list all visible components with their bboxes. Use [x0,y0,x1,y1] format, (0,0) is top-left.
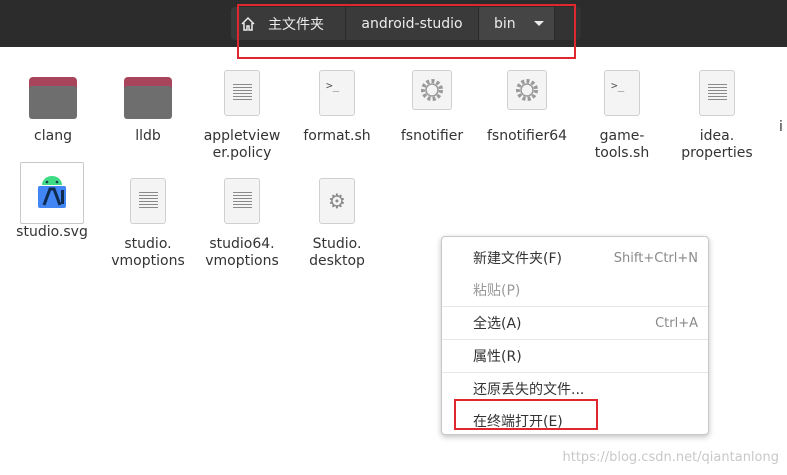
menu-item-shortcut: Shift+Ctrl+N [613,250,698,266]
file-studio-vmoptions[interactable]: studio. vmoptions [103,178,193,270]
text-file-icon [224,70,260,116]
watermark: https://blog.csdn.net/qiantanlong [562,450,780,465]
file-fsnotifier64[interactable]: fsnotifier64 [482,70,572,145]
file-studio64-vmoptions[interactable]: studio64. vmoptions [197,178,287,270]
file-label: appletview er.policy [203,128,281,161]
menu-item-label: 粘贴(P) [473,283,521,299]
file-clang[interactable]: clang [8,70,98,145]
file-label: studio. vmoptions [111,236,185,269]
file-fsnotifier[interactable]: fsnotifier [387,70,477,145]
executable-icon [507,70,547,110]
folder-icon [29,77,77,119]
file-studio-svg[interactable]: studio.svg [7,162,97,241]
file-label-cut: i [779,119,783,135]
file-format-sh[interactable]: >_ format.sh [292,70,382,145]
file-lldb[interactable]: lldb [103,70,193,145]
file-label: fsnotifier [400,128,464,144]
highlight-box-open-terminal [454,399,598,430]
file-label: game- tools.sh [594,128,650,161]
executable-icon [412,70,452,110]
desktop-file-icon: ⚙ [319,178,355,224]
file-label: fsnotifier64 [486,128,568,144]
menu-item-label: 还原丢失的文件... [473,382,585,398]
text-file-icon [130,178,166,224]
file-studio-desktop[interactable]: ⚙ Studio. desktop [292,178,382,270]
file-idea-properties[interactable]: idea. properties [672,70,762,162]
file-appletviewer-policy[interactable]: appletview er.policy [197,70,287,162]
file-label: clang [34,128,72,144]
file-label: studio.svg [16,224,88,240]
menu-item-label: 新建文件夹(F) [473,251,562,267]
highlight-box-breadcrumb [237,4,576,59]
script-file-icon: >_ [319,70,355,116]
android-studio-icon [20,162,84,224]
menu-item-shortcut: Ctrl+A [655,315,698,331]
text-file-icon [224,178,260,224]
menu-item-paste: 粘贴(P) [442,274,708,306]
text-file-icon [699,70,735,116]
menu-item-select-all[interactable]: 全选(A) Ctrl+A [442,307,708,339]
file-label: idea. properties [681,128,753,161]
folder-icon [124,77,172,119]
menu-item-new-folder[interactable]: 新建文件夹(F) Shift+Ctrl+N [442,242,708,274]
script-file-icon: >_ [604,70,640,116]
file-label: studio64. vmoptions [205,236,279,269]
file-game-tools-sh[interactable]: >_ game- tools.sh [577,70,667,162]
menu-item-properties[interactable]: 属性(R) [442,340,708,372]
menu-item-label: 属性(R) [473,349,522,365]
gear-icon: ⚙ [328,189,346,213]
file-label: format.sh [303,128,371,144]
file-label: Studio. desktop [309,236,365,269]
file-label: lldb [135,128,161,144]
menu-item-label: 全选(A) [473,316,522,332]
